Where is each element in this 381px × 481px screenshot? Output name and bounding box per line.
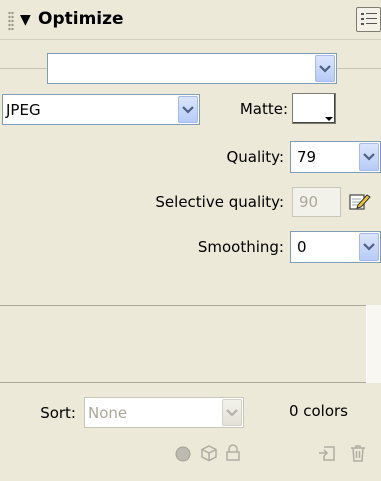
format-value: JPEG (6, 100, 41, 119)
smoothing-label: Smoothing: (197, 238, 284, 256)
sort-label: Sort: (40, 404, 76, 422)
color-count: 0 colors (288, 402, 348, 420)
chevron-down-icon (222, 399, 242, 426)
chevron-down-icon[interactable] (315, 55, 335, 82)
panel-options-icon[interactable] (356, 7, 381, 32)
format-dropdown[interactable]: JPEG (2, 94, 200, 125)
matte-color-swatch[interactable] (292, 93, 336, 124)
chevron-down-icon[interactable] (359, 143, 379, 171)
sort-dropdown[interactable]: None (84, 397, 244, 428)
selective-quality-value: 90 (299, 193, 319, 211)
quality-combo[interactable]: 79 (290, 141, 381, 173)
matte-label: Matte: (239, 100, 288, 118)
preset-dropdown[interactable] (47, 53, 337, 84)
smoothing-combo[interactable]: 0 (290, 231, 381, 263)
quality-value: 79 (297, 148, 317, 166)
sort-value: None (88, 403, 128, 422)
quality-label: Quality: (226, 148, 284, 166)
panel-grip-handle[interactable] (8, 11, 14, 31)
smoothing-value: 0 (297, 238, 307, 256)
transparent-circle-icon[interactable] (173, 443, 193, 463)
selective-quality-label: Selective quality: (155, 193, 284, 211)
add-color-icon[interactable] (317, 443, 337, 463)
scrollbar-gutter (367, 305, 381, 383)
panel-title: Optimize (38, 9, 124, 29)
cube-icon[interactable] (199, 443, 219, 463)
selective-quality-field: 90 (292, 187, 341, 217)
edit-pencil-icon[interactable] (349, 192, 371, 212)
lock-icon[interactable] (223, 443, 243, 463)
chevron-down-icon[interactable] (359, 233, 379, 261)
collapse-triangle-icon[interactable]: ▼ (20, 12, 31, 28)
chevron-down-icon[interactable] (178, 96, 198, 123)
color-table-area[interactable] (0, 305, 366, 383)
trash-icon[interactable] (348, 443, 368, 463)
